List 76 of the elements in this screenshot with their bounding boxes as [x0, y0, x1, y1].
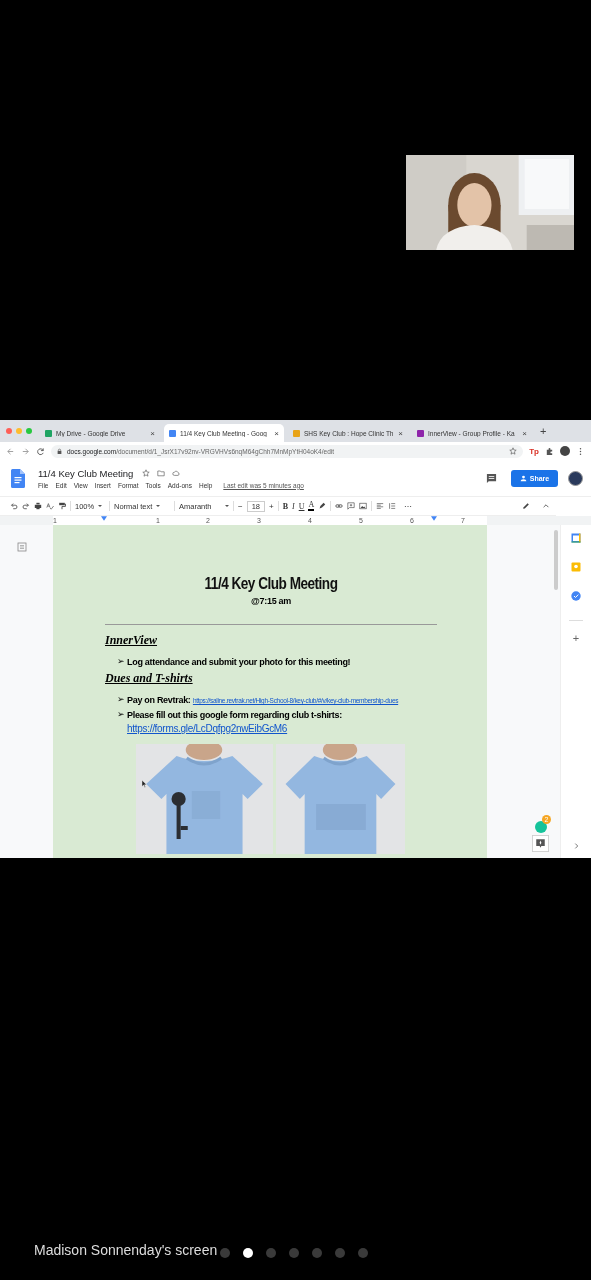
image-icon[interactable]: [359, 502, 368, 510]
indent-marker-icon[interactable]: [431, 516, 437, 521]
format-button[interactable]: U: [298, 501, 305, 511]
favicon-icon: [417, 429, 424, 437]
page-dot[interactable]: [243, 1248, 253, 1258]
add-addon-button[interactable]: +: [572, 632, 580, 644]
profile-avatar[interactable]: [560, 446, 570, 456]
section-heading: InnerView: [105, 633, 158, 648]
page-dot[interactable]: [335, 1248, 345, 1258]
spellcheck-icon[interactable]: [46, 502, 54, 510]
account-avatar[interactable]: [568, 470, 583, 486]
bullet-marker: ➢: [117, 709, 125, 719]
page-dot[interactable]: [289, 1248, 299, 1258]
extension-icon[interactable]: Tp: [529, 446, 539, 456]
person-icon: [519, 474, 527, 482]
favicon-icon: [293, 429, 300, 437]
star-icon[interactable]: [142, 469, 151, 477]
forward-icon[interactable]: [21, 446, 30, 456]
lock-icon[interactable]: [57, 447, 62, 455]
format-button[interactable]: I: [292, 501, 295, 511]
bookmark-star-icon[interactable]: [509, 447, 518, 455]
page-dot[interactable]: [266, 1248, 276, 1258]
indent-marker-icon[interactable]: [101, 516, 107, 521]
format-button[interactable]: A: [308, 501, 315, 511]
close-tab-button[interactable]: ×: [274, 428, 279, 438]
format-button[interactable]: B: [282, 501, 289, 511]
page-dot[interactable]: [312, 1248, 322, 1258]
close-tab-button[interactable]: ×: [150, 428, 155, 438]
screen-share-label: Madison Sonnenday's screen: [34, 1242, 218, 1258]
increase-size-button[interactable]: +: [269, 501, 274, 511]
page-dot[interactable]: [220, 1248, 230, 1258]
line-spacing-icon[interactable]: [388, 502, 397, 510]
puzzle-icon[interactable]: [545, 446, 554, 456]
section-heading: Dues and T-shirts: [105, 671, 193, 686]
collapse-icon[interactable]: [542, 502, 550, 510]
comment-icon[interactable]: [486, 472, 497, 484]
chevron-right-icon[interactable]: [573, 842, 579, 850]
favicon-icon: [45, 429, 52, 437]
calendar-icon[interactable]: [571, 533, 581, 543]
close-window-icon[interactable]: [6, 428, 12, 434]
folder-icon[interactable]: [157, 469, 166, 477]
bullet-marker: ➢: [117, 694, 125, 704]
add-comment-icon[interactable]: [347, 502, 356, 510]
bullet-text: Please fill out this google form regarding club t-shirts:: [127, 710, 342, 720]
undo-icon[interactable]: [10, 502, 18, 510]
scrollbar-thumb[interactable]: [554, 530, 558, 590]
link[interactable]: https://forms.gle/LcDqfpg2nwEibGcM6: [127, 723, 288, 734]
bullet-text: Log attendance and submit your photo for this meeting!: [127, 657, 351, 667]
decrease-size-button[interactable]: −: [238, 501, 243, 511]
tasks-check-icon[interactable]: [571, 591, 581, 601]
docs-logo-icon[interactable]: [11, 468, 25, 488]
align-left-icon[interactable]: [376, 502, 385, 510]
page-dot[interactable]: [358, 1248, 368, 1258]
more-button[interactable]: ⋯: [404, 501, 518, 511]
cloud-icon[interactable]: [172, 469, 181, 477]
close-tab-button[interactable]: ×: [522, 428, 527, 438]
document-subtitle: @7:15 am: [250, 596, 292, 606]
back-icon[interactable]: [6, 446, 15, 456]
outline-icon[interactable]: [17, 542, 27, 552]
explore-button[interactable]: [532, 835, 549, 852]
document-title[interactable]: 11/4 Key Club Meeting: [38, 467, 134, 479]
redo-icon[interactable]: [22, 502, 30, 510]
print-icon[interactable]: [34, 502, 42, 510]
mouse-cursor-icon: [142, 780, 147, 788]
reload-icon[interactable]: [36, 446, 45, 456]
bullet-text: Pay on Revtrak:: [127, 695, 191, 705]
new-tab-button[interactable]: +: [540, 425, 547, 437]
link-icon[interactable]: [335, 502, 344, 510]
close-tab-button[interactable]: ×: [398, 428, 403, 438]
pencil-icon[interactable]: [522, 502, 530, 510]
document-heading: 11/4 Key Club Meeting: [203, 575, 339, 593]
favicon-icon: [169, 429, 176, 437]
grammarly-icon[interactable]: [535, 821, 547, 833]
highlighter-icon[interactable]: [318, 502, 327, 510]
bullet-marker: ➢: [117, 656, 125, 666]
paint-format-icon[interactable]: [58, 502, 66, 510]
